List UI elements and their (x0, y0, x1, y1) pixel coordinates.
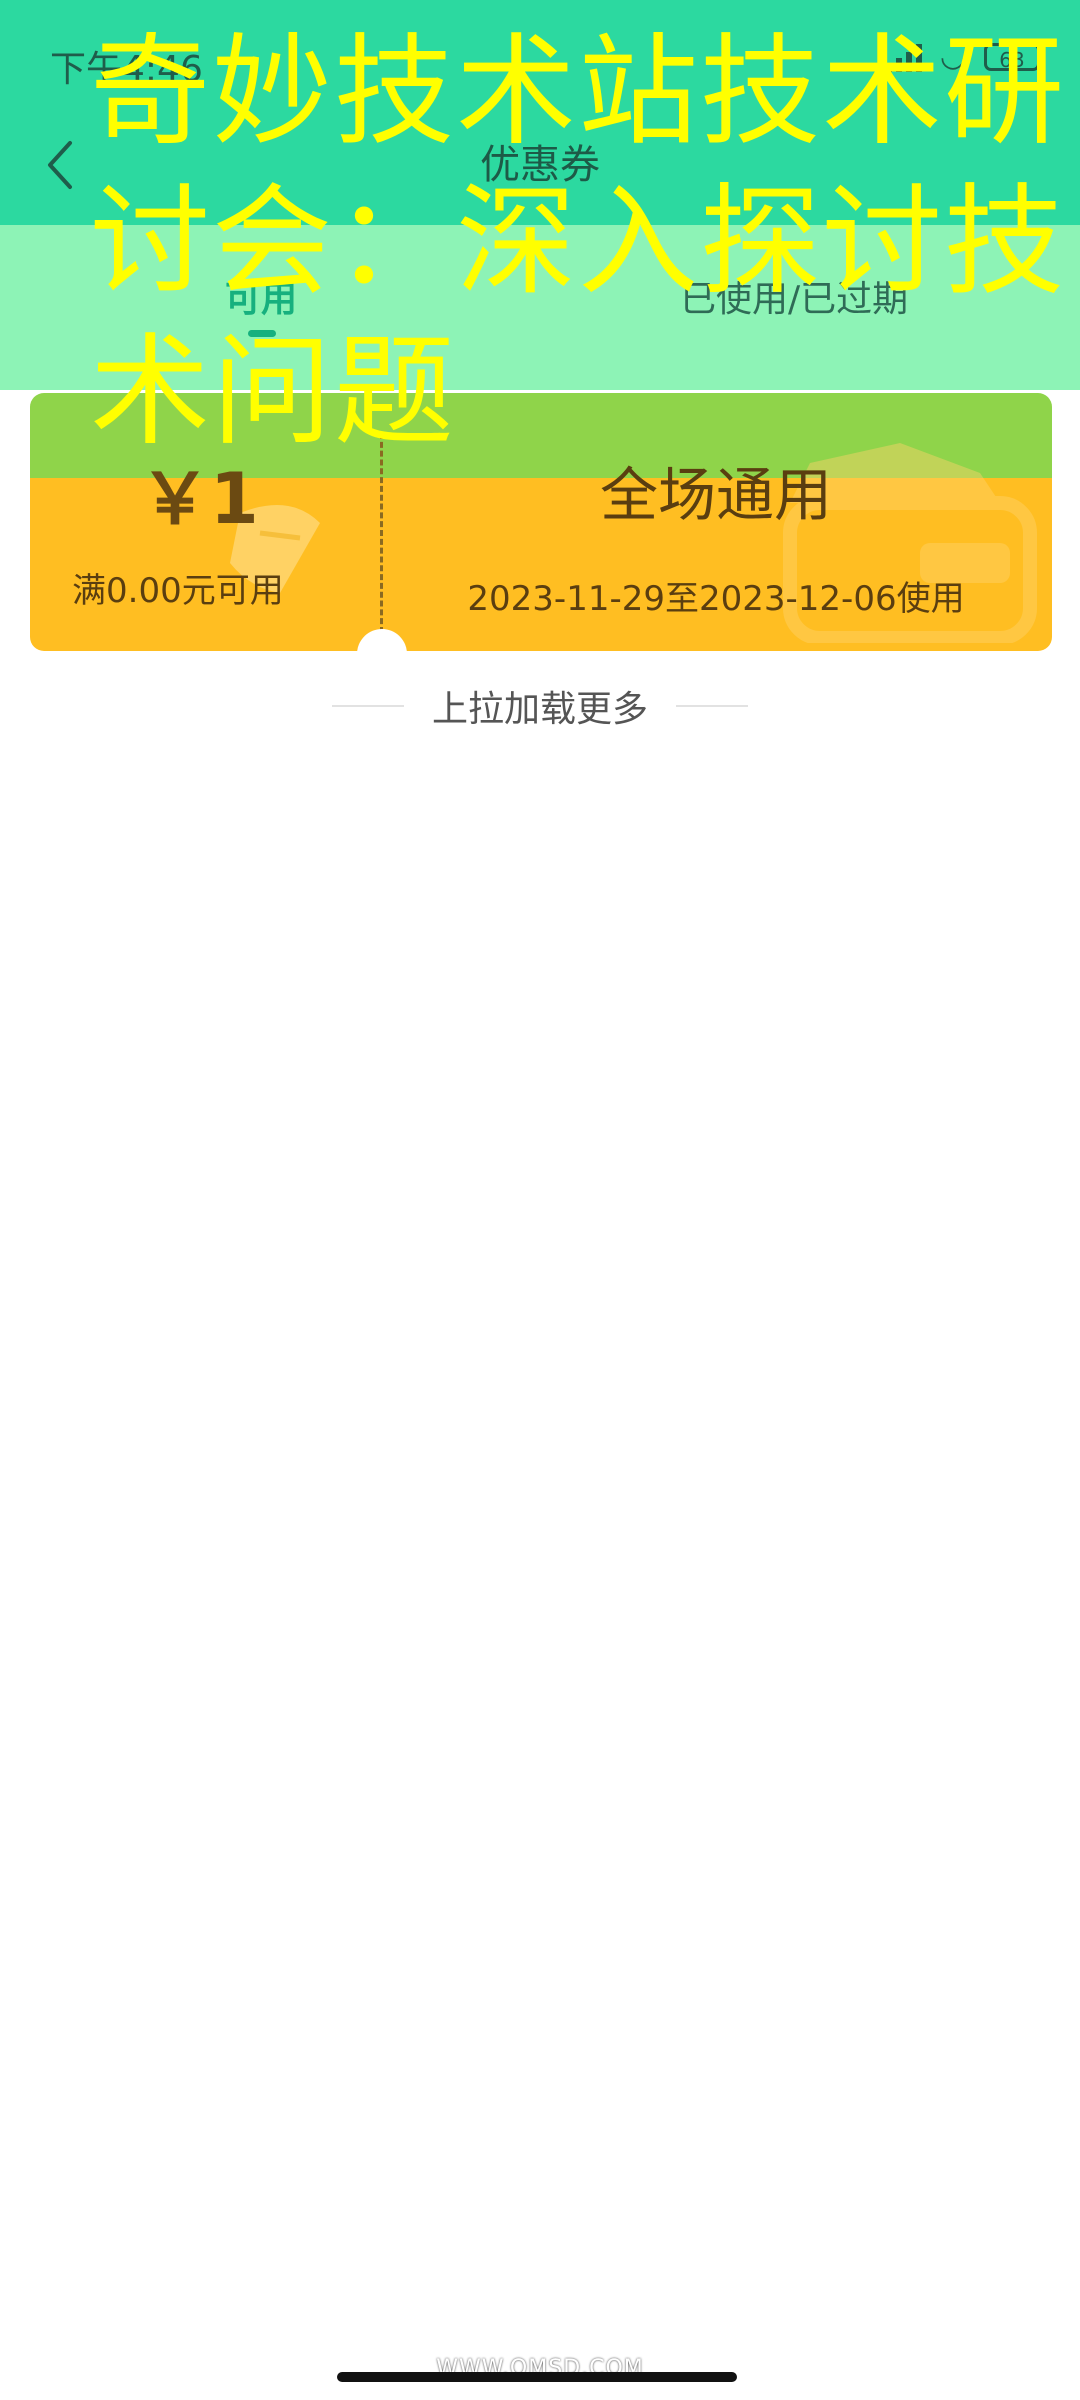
coupon-validity: 2023-11-29至2023-12-06使用 (467, 579, 965, 619)
home-indicator[interactable] (337, 2372, 737, 2382)
load-more: 上拉加载更多 (0, 680, 1080, 732)
load-more-text: 上拉加载更多 (431, 689, 648, 730)
load-more-line-left (331, 705, 404, 707)
coupon-condition: 满0.00元可用 (72, 571, 284, 611)
overlay-watermark-text: 奇妙技术站技术研讨会：深入探讨技术问题 (90, 23, 1066, 462)
load-more-line-right (676, 705, 748, 707)
